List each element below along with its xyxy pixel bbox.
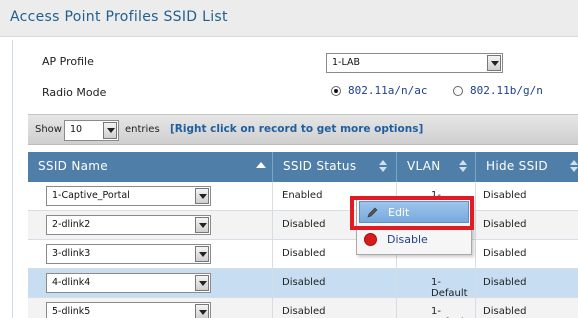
column-header-label: Hide SSID <box>486 159 548 173</box>
vlan-value: 1-Default <box>431 306 468 318</box>
vlan-cell: 1-Default <box>397 269 476 299</box>
sort-ascending-icon[interactable] <box>256 162 266 172</box>
column-vlan[interactable]: VLAN <box>397 152 476 182</box>
table-row[interactable]: 5-dlink5 Disabled 1-Default Disabled <box>28 298 578 318</box>
context-menu-disable-label: Disable <box>387 233 428 246</box>
ssid-status-value: Disabled <box>282 248 326 259</box>
ssid-name-cell: 1-Captive_Portal <box>28 182 273 210</box>
ssid-name-cell: 5-dlink5 <box>28 298 273 318</box>
hide-ssid-value: Disabled <box>483 306 527 317</box>
hide-ssid-cell: Disabled <box>476 269 578 297</box>
chevron-down-icon <box>195 275 209 291</box>
ssid-name-cell: 3-dlink3 <box>28 240 273 268</box>
ap-profile-value: 1-LAB <box>332 57 360 68</box>
ssid-name-value: 1-Captive_Portal <box>52 190 130 201</box>
table-toolbar: Show 10 entries [Right click on record t… <box>28 114 578 145</box>
hide-ssid-cell: Disabled <box>476 211 578 239</box>
stop-icon <box>364 233 377 246</box>
column-ssid-name[interactable]: SSID Name <box>28 152 273 182</box>
column-header-label: SSID Name <box>38 159 108 173</box>
table-row[interactable]: 3-dlink3 Disabled Disabled <box>28 240 578 269</box>
ssid-name-value: 2-dlink2 <box>52 219 91 230</box>
chevron-down-icon <box>103 122 117 139</box>
chevron-down-icon <box>487 55 501 71</box>
ssid-name-value: 3-dlink3 <box>52 248 91 259</box>
entries-value: 10 <box>70 124 83 135</box>
column-header-label: VLAN <box>407 159 441 173</box>
radio-option-bgn[interactable]: 802.11b/g/n <box>453 84 543 97</box>
radio-mode-label: Radio Mode <box>42 86 107 99</box>
chevron-down-icon <box>195 188 209 204</box>
ssid-name-value: 5-dlink5 <box>52 306 91 317</box>
ssid-name-cell: 4-dlink4 <box>28 269 273 297</box>
chevron-down-icon <box>195 246 209 262</box>
ssid-status-cell: Disabled <box>273 269 397 297</box>
column-ssid-status[interactable]: SSID Status <box>273 152 397 182</box>
table-row-selected[interactable]: 4-dlink4 Disabled 1-Default Disabled <box>28 269 578 299</box>
radio-option-bgn-label: 802.11b/g/n <box>470 84 543 97</box>
hide-ssid-value: Disabled <box>483 277 527 288</box>
page-title: Access Point Profiles SSID List <box>10 9 228 25</box>
ssid-name-cell: 2-dlink2 <box>28 211 273 239</box>
hide-ssid-cell: Disabled <box>476 298 578 318</box>
context-menu-disable[interactable]: Disable <box>359 229 469 251</box>
ssid-name-select[interactable]: 2-dlink2 <box>46 215 211 235</box>
show-label: Show <box>35 124 62 135</box>
table-row[interactable]: 1-Captive_Portal Enabled 1-Default Disab… <box>28 182 578 212</box>
table-row[interactable]: 2-dlink2 Disabled Disabled <box>28 211 578 240</box>
highlight-box <box>350 196 474 230</box>
hide-ssid-value: Disabled <box>483 248 527 259</box>
hide-ssid-cell: Disabled <box>476 182 578 210</box>
ap-profile-select[interactable]: 1-LAB <box>326 53 503 73</box>
hide-ssid-value: Disabled <box>483 219 527 230</box>
ssid-status-value: Enabled <box>282 190 323 201</box>
radio-button-unchecked[interactable] <box>453 85 463 96</box>
chevron-down-icon <box>195 304 209 318</box>
ssid-status-value: Disabled <box>282 219 326 230</box>
column-header-label: SSID Status <box>283 159 357 173</box>
entries-select[interactable]: 10 <box>64 120 119 141</box>
ssid-table: SSID Name SSID Status VLAN Hide SSID 1-C… <box>28 152 578 318</box>
sort-icon[interactable] <box>379 160 389 172</box>
table-header: SSID Name SSID Status VLAN Hide SSID <box>28 152 578 182</box>
ssid-name-select[interactable]: 1-Captive_Portal <box>46 186 211 206</box>
radio-button-checked[interactable] <box>331 85 341 96</box>
title-bar: Access Point Profiles SSID List <box>0 0 578 37</box>
hide-ssid-value: Disabled <box>483 190 527 201</box>
ssid-name-select[interactable]: 4-dlink4 <box>46 273 211 293</box>
ssid-status-value: Disabled <box>282 306 326 317</box>
ssid-name-select[interactable]: 5-dlink5 <box>46 302 211 318</box>
column-hide-ssid[interactable]: Hide SSID <box>476 152 578 182</box>
radio-option-ac[interactable]: 802.11a/n/ac <box>331 84 427 97</box>
right-click-hint: [Right click on record to get more optio… <box>170 123 424 135</box>
vlan-cell: 1-Default <box>397 298 476 318</box>
ssid-status-value: Disabled <box>282 277 326 288</box>
entries-label: entries <box>125 124 160 135</box>
chevron-down-icon <box>195 217 209 233</box>
ssid-name-value: 4-dlink4 <box>52 277 91 288</box>
radio-option-ac-label: 802.11a/n/ac <box>348 84 428 97</box>
sort-icon[interactable] <box>570 160 578 172</box>
hide-ssid-cell: Disabled <box>476 240 578 268</box>
ssid-status-cell: Disabled <box>273 298 397 318</box>
ssid-name-select[interactable]: 3-dlink3 <box>46 244 211 264</box>
sort-icon[interactable] <box>459 160 469 172</box>
vlan-value: 1-Default <box>431 277 468 299</box>
ap-profile-label: AP Profile <box>42 55 94 68</box>
